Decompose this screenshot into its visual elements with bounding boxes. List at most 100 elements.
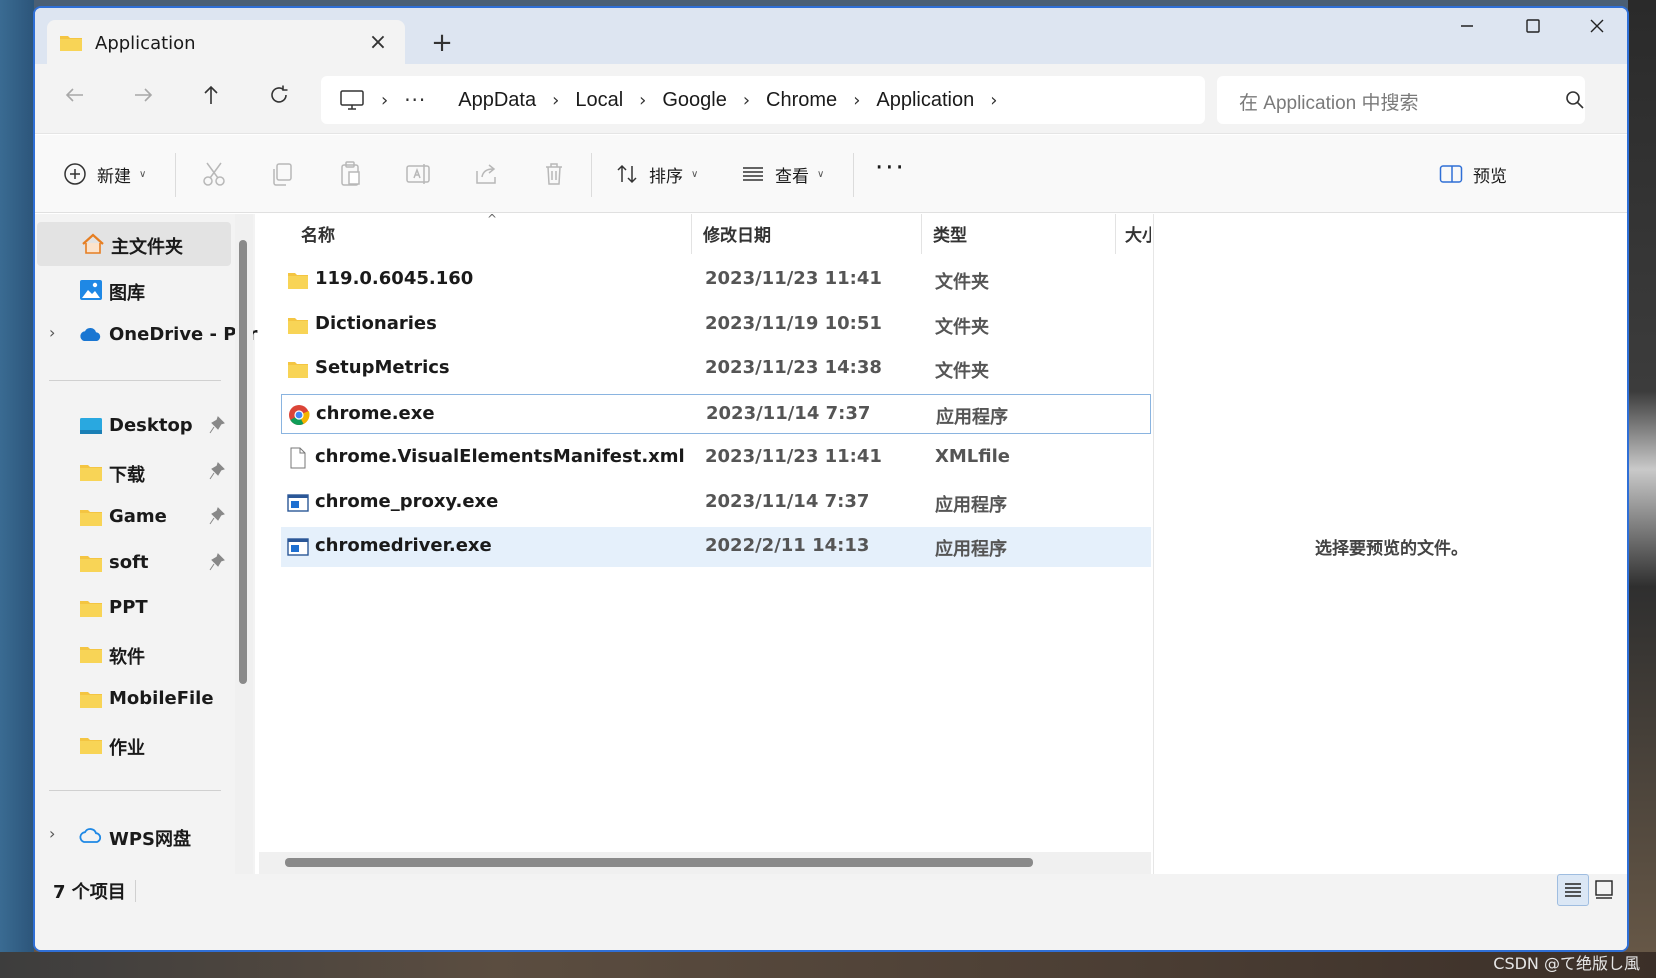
sidebar-item-label: MobileFile <box>109 688 214 709</box>
breadcrumb-overflow[interactable]: ··· <box>404 88 426 112</box>
sort-button[interactable]: 排序 ∨ <box>615 157 698 191</box>
file-row[interactable]: Dictionaries 2023/11/19 10:51 文件夹 <box>281 305 1151 345</box>
search-box[interactable]: 在 Application 中搜索 <box>1217 76 1585 124</box>
sidebar-item-wps-cloud[interactable]: › WPS网盘 <box>35 814 231 858</box>
breadcrumb-separator[interactable]: › <box>381 90 388 111</box>
new-button[interactable]: 新建 ∨ <box>63 157 146 191</box>
sidebar-item-desktop[interactable]: Desktop <box>35 404 231 448</box>
breadcrumb-separator[interactable]: › <box>552 90 559 111</box>
xml-file-icon <box>290 447 306 469</box>
folder-icon <box>60 36 82 51</box>
folder-icon <box>80 692 102 708</box>
details-view-button[interactable] <box>1557 874 1589 906</box>
sidebar-item-home[interactable]: 主文件夹 <box>37 222 231 266</box>
sidebar-item-label: 作业 <box>109 738 145 759</box>
sidebar-item-label: WPS网盘 <box>109 829 192 850</box>
preview-pane-button[interactable]: 预览 <box>1439 157 1507 191</box>
desktop-icon <box>80 418 102 434</box>
tab-application[interactable]: Application × <box>47 20 405 66</box>
delete-icon[interactable] <box>539 159 569 189</box>
sort-icon <box>617 164 637 184</box>
sidebar-item-mobilefile[interactable]: MobileFile <box>35 677 231 721</box>
breadcrumb-item-google[interactable]: Google <box>662 89 727 112</box>
breadcrumb-separator[interactable]: › <box>743 90 750 111</box>
file-row[interactable]: chromedriver.exe 2022/2/11 14:13 应用程序 <box>281 527 1151 567</box>
maximize-icon <box>1526 19 1540 33</box>
column-header-type[interactable]: 类型 <box>933 222 967 262</box>
breadcrumb-item-local[interactable]: Local <box>575 89 623 112</box>
large-icons-view-button[interactable] <box>1589 874 1621 906</box>
file-explorer-window: Application × + › ··· AppData › Local › … <box>33 6 1629 952</box>
share-icon[interactable] <box>471 159 501 189</box>
wps-cloud-icon <box>79 828 102 843</box>
minimize-button[interactable] <box>1437 18 1497 48</box>
more-options-button[interactable]: ··· <box>875 151 906 185</box>
chevron-right-icon[interactable]: › <box>49 323 55 342</box>
breadcrumb-separator[interactable]: › <box>853 90 860 111</box>
file-date: 2022/2/11 14:13 <box>705 535 870 556</box>
file-row[interactable]: SetupMetrics 2023/11/23 14:38 文件夹 <box>281 349 1151 389</box>
sidebar-item-ppt[interactable]: PPT <box>35 586 231 630</box>
preview-pane-label: 预览 <box>1473 166 1507 187</box>
status-divider <box>135 880 136 902</box>
copy-icon[interactable] <box>267 159 297 189</box>
breadcrumb-item-application[interactable]: Application <box>876 89 974 112</box>
column-separator[interactable] <box>921 214 922 254</box>
forward-button[interactable] <box>123 82 163 118</box>
sidebar-item-downloads[interactable]: 下载 <box>35 450 231 494</box>
breadcrumb[interactable]: › ··· AppData › Local › Google › Chrome … <box>321 76 1205 124</box>
column-separator[interactable] <box>1115 214 1116 254</box>
search-input[interactable]: 在 Application 中搜索 <box>1239 88 1419 115</box>
horizontal-scrollbar-thumb[interactable] <box>285 858 1033 867</box>
maximize-button[interactable] <box>1503 18 1563 48</box>
sidebar-item-label: 主文件夹 <box>111 237 183 258</box>
column-header-date[interactable]: 修改日期 <box>703 222 771 262</box>
view-button[interactable]: 查看 ∨ <box>741 157 824 191</box>
back-button[interactable] <box>55 82 95 118</box>
paste-icon[interactable] <box>335 159 365 189</box>
toolbar-divider <box>175 153 176 197</box>
file-row[interactable]: 119.0.6045.160 2023/11/23 11:41 文件夹 <box>281 260 1151 300</box>
sidebar-item-onedrive[interactable]: › OneDrive - Per <box>35 313 258 357</box>
refresh-button[interactable] <box>259 82 299 118</box>
breadcrumb-separator[interactable]: › <box>990 90 997 111</box>
tab-title: Application <box>95 32 196 54</box>
file-type: 应用程序 <box>935 495 1007 516</box>
file-name: chrome_proxy.exe <box>315 491 499 512</box>
arrow-right-icon <box>135 88 153 102</box>
sidebar-item-label: 图库 <box>109 283 145 304</box>
chevron-right-icon[interactable]: › <box>49 824 55 843</box>
up-button[interactable] <box>191 82 231 118</box>
this-pc-icon[interactable] <box>339 89 365 111</box>
search-icon[interactable] <box>1565 90 1585 110</box>
close-window-button[interactable] <box>1567 18 1627 48</box>
column-header-name[interactable]: 名称 <box>301 222 335 262</box>
sidebar-item-soft[interactable]: soft <box>35 541 231 585</box>
sidebar-item-game[interactable]: Game <box>35 495 231 539</box>
breadcrumb-item-appdata[interactable]: AppData <box>458 89 536 112</box>
refresh-icon <box>271 85 288 103</box>
file-row[interactable]: chrome.exe 2023/11/14 7:37 应用程序 <box>281 394 1151 434</box>
desktop-bottom <box>0 952 1656 978</box>
close-tab-button[interactable]: × <box>365 30 391 56</box>
pin-icon <box>209 507 225 525</box>
breadcrumb-item-chrome[interactable]: Chrome <box>766 89 837 112</box>
file-list: ^ 名称 修改日期 类型 大小 119.0.6045.160 2023/11/2… <box>259 212 1151 874</box>
toolbar-divider <box>591 153 592 197</box>
rename-icon[interactable] <box>403 159 433 189</box>
cut-icon[interactable] <box>199 159 229 189</box>
new-tab-button[interactable]: + <box>425 28 459 62</box>
file-row[interactable]: chrome.VisualElementsManifest.xml 2023/1… <box>281 438 1151 478</box>
command-bar: 新建 ∨ 排序 ∨ 查看 ∨ ··· 预览 <box>35 135 1627 213</box>
sidebar-item-homework[interactable]: 作业 <box>35 723 231 767</box>
file-row[interactable]: chrome_proxy.exe 2023/11/14 7:37 应用程序 <box>281 483 1151 523</box>
sidebar-scrollbar-thumb[interactable] <box>239 240 247 684</box>
file-name: chrome.exe <box>316 403 435 424</box>
sidebar-item-software[interactable]: 软件 <box>35 632 231 676</box>
sidebar-item-gallery[interactable]: 图库 <box>35 268 231 312</box>
column-header-size[interactable]: 大小 <box>1125 222 1151 262</box>
chevron-down-icon: ∨ <box>691 168 699 180</box>
column-separator[interactable] <box>691 214 692 254</box>
breadcrumb-separator[interactable]: › <box>639 90 646 111</box>
file-type: XMLfile <box>935 446 1010 467</box>
